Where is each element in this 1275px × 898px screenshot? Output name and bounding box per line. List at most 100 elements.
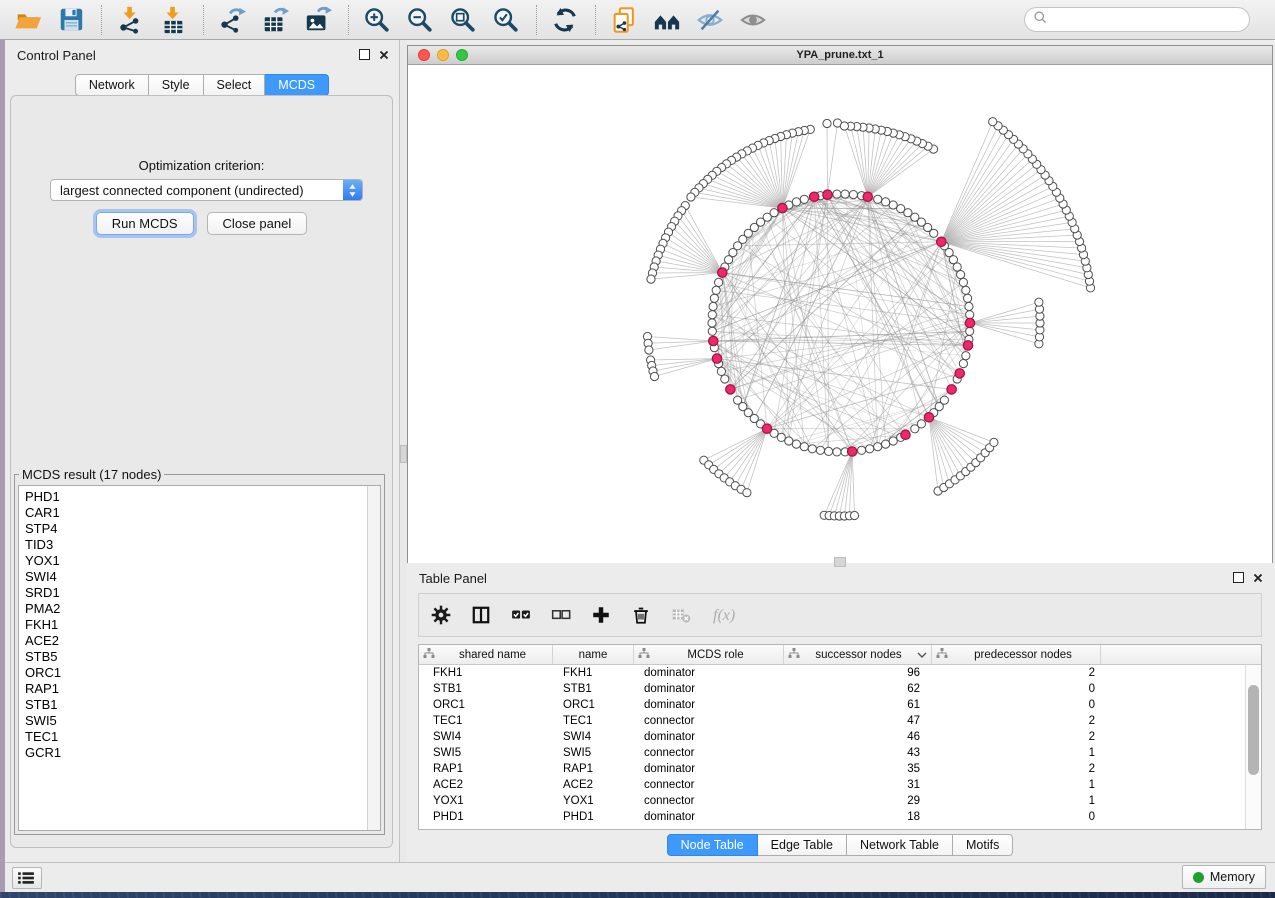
- mcds-result-item[interactable]: PHD1: [25, 489, 380, 505]
- optimization-criterion-select[interactable]: largest connected component (undirected): [50, 179, 363, 201]
- ring-node[interactable]: [882, 198, 890, 206]
- mcds-hub-node[interactable]: [848, 447, 857, 456]
- mcds-hub-node[interactable]: [947, 385, 956, 394]
- float-panel-icon[interactable]: [359, 49, 370, 60]
- import-table-button[interactable]: [156, 3, 192, 37]
- ring-node[interactable]: [917, 420, 925, 428]
- mcds-hub-node[interactable]: [963, 341, 972, 350]
- ring-node[interactable]: [708, 311, 716, 319]
- mcds-hub-node[interactable]: [863, 192, 872, 201]
- network-window-titlebar[interactable]: YPA_prune.txt_1: [408, 46, 1272, 65]
- new-network-from-selection-button[interactable]: [607, 3, 643, 37]
- first-neighbors-button[interactable]: [650, 3, 686, 37]
- show-all-button[interactable]: [736, 3, 772, 37]
- ring-node[interactable]: [957, 271, 965, 279]
- ring-node[interactable]: [962, 352, 970, 360]
- horizontal-splitter-handle[interactable]: [834, 557, 846, 567]
- table-settings-button[interactable]: [429, 602, 455, 628]
- ring-node[interactable]: [708, 327, 716, 335]
- ring-node[interactable]: [715, 278, 723, 286]
- ring-node[interactable]: [964, 294, 972, 302]
- mcds-result-item[interactable]: SWI4: [25, 569, 380, 585]
- mcds-hub-node[interactable]: [924, 413, 933, 422]
- leaf-node[interactable]: [990, 438, 998, 446]
- ring-node[interactable]: [882, 440, 890, 448]
- create-column-button[interactable]: [589, 602, 615, 628]
- ring-node[interactable]: [709, 302, 717, 310]
- tab-select[interactable]: Select: [204, 74, 266, 96]
- column-header-predecessor-nodes[interactable]: predecessor nodes: [932, 645, 1101, 664]
- column-header-name[interactable]: name: [553, 645, 634, 664]
- mcds-result-item[interactable]: STP4: [25, 521, 380, 537]
- ring-node[interactable]: [874, 195, 882, 203]
- zoom-out-button[interactable]: [403, 3, 439, 37]
- window-minimize-button[interactable]: [437, 49, 449, 61]
- mcds-result-item[interactable]: RAP1: [25, 681, 380, 697]
- mcds-hub-node[interactable]: [901, 430, 910, 439]
- ring-node[interactable]: [889, 437, 897, 445]
- tab-style[interactable]: Style: [149, 74, 204, 96]
- mcds-hub-node[interactable]: [709, 336, 718, 345]
- export-image-button[interactable]: [301, 3, 337, 37]
- table-tab-network-table[interactable]: Network Table: [847, 834, 953, 856]
- ring-node[interactable]: [708, 319, 716, 327]
- leaf-node[interactable]: [1035, 298, 1043, 306]
- ring-node[interactable]: [833, 190, 841, 198]
- table-tab-node-table[interactable]: Node Table: [667, 834, 758, 856]
- mcds-hub-node[interactable]: [712, 354, 721, 363]
- table-row[interactable]: PHD1PHD1dominator180: [419, 809, 1261, 825]
- table-row[interactable]: SWI4SWI4dominator462: [419, 729, 1261, 745]
- table-row[interactable]: TEC1TEC1connector472: [419, 713, 1261, 729]
- ring-node[interactable]: [800, 443, 808, 451]
- mcds-result-item[interactable]: STB5: [25, 649, 380, 665]
- mcds-result-item[interactable]: PMA2: [25, 601, 380, 617]
- ring-node[interactable]: [785, 437, 793, 445]
- ring-node[interactable]: [777, 433, 785, 441]
- ring-node[interactable]: [959, 360, 967, 368]
- zoom-in-button[interactable]: [360, 3, 396, 37]
- table-row[interactable]: FKH1FKH1dominator962: [419, 665, 1261, 681]
- mcds-hub-node[interactable]: [810, 192, 819, 201]
- deselect-all-button[interactable]: [549, 602, 575, 628]
- ring-node[interactable]: [966, 327, 974, 335]
- ring-node[interactable]: [897, 205, 905, 213]
- run-mcds-button[interactable]: Run MCDS: [96, 212, 194, 235]
- leaf-node[interactable]: [647, 275, 655, 283]
- table-row[interactable]: RAP1RAP1dominator352: [419, 761, 1261, 777]
- ring-node[interactable]: [721, 375, 729, 383]
- leaf-node[interactable]: [687, 193, 695, 201]
- table-row[interactable]: STB1STB1dominator620: [419, 681, 1261, 697]
- mcds-hub-node[interactable]: [823, 190, 832, 199]
- ring-node[interactable]: [825, 447, 833, 455]
- ring-node[interactable]: [833, 448, 841, 456]
- show-panels-button[interactable]: [12, 867, 42, 889]
- close-panel-icon[interactable]: [379, 50, 389, 60]
- mcds-result-item[interactable]: FKH1: [25, 617, 380, 633]
- ring-node[interactable]: [965, 302, 973, 310]
- table-row[interactable]: ORC1ORC1dominator610: [419, 697, 1261, 713]
- mcds-result-item[interactable]: TID3: [25, 537, 380, 553]
- open-session-button[interactable]: [11, 3, 47, 37]
- zoom-selected-button[interactable]: [489, 3, 525, 37]
- column-header-successor-nodes[interactable]: successor nodes: [784, 645, 932, 664]
- ring-node[interactable]: [712, 286, 720, 294]
- table-tab-motifs[interactable]: Motifs: [953, 834, 1013, 856]
- ring-node[interactable]: [959, 278, 967, 286]
- show-column-button[interactable]: [469, 602, 495, 628]
- mcds-hub-node[interactable]: [762, 424, 771, 433]
- apply-layout-button[interactable]: [548, 3, 584, 37]
- mcds-hub-node[interactable]: [718, 268, 727, 277]
- tab-mcds[interactable]: MCDS: [265, 74, 329, 96]
- ring-node[interactable]: [800, 195, 808, 203]
- ring-node[interactable]: [849, 191, 857, 199]
- mcds-result-item[interactable]: GCR1: [25, 745, 380, 761]
- ring-node[interactable]: [966, 311, 974, 319]
- mcds-result-item[interactable]: STB1: [25, 697, 380, 713]
- ring-node[interactable]: [889, 201, 897, 209]
- mcds-hub-node[interactable]: [726, 385, 735, 394]
- leaf-node[interactable]: [823, 119, 831, 127]
- leaf-node[interactable]: [645, 346, 653, 354]
- network-canvas[interactable]: [408, 65, 1272, 563]
- table-row[interactable]: SWI5SWI5connector431: [419, 745, 1261, 761]
- mcds-hub-node[interactable]: [778, 203, 787, 212]
